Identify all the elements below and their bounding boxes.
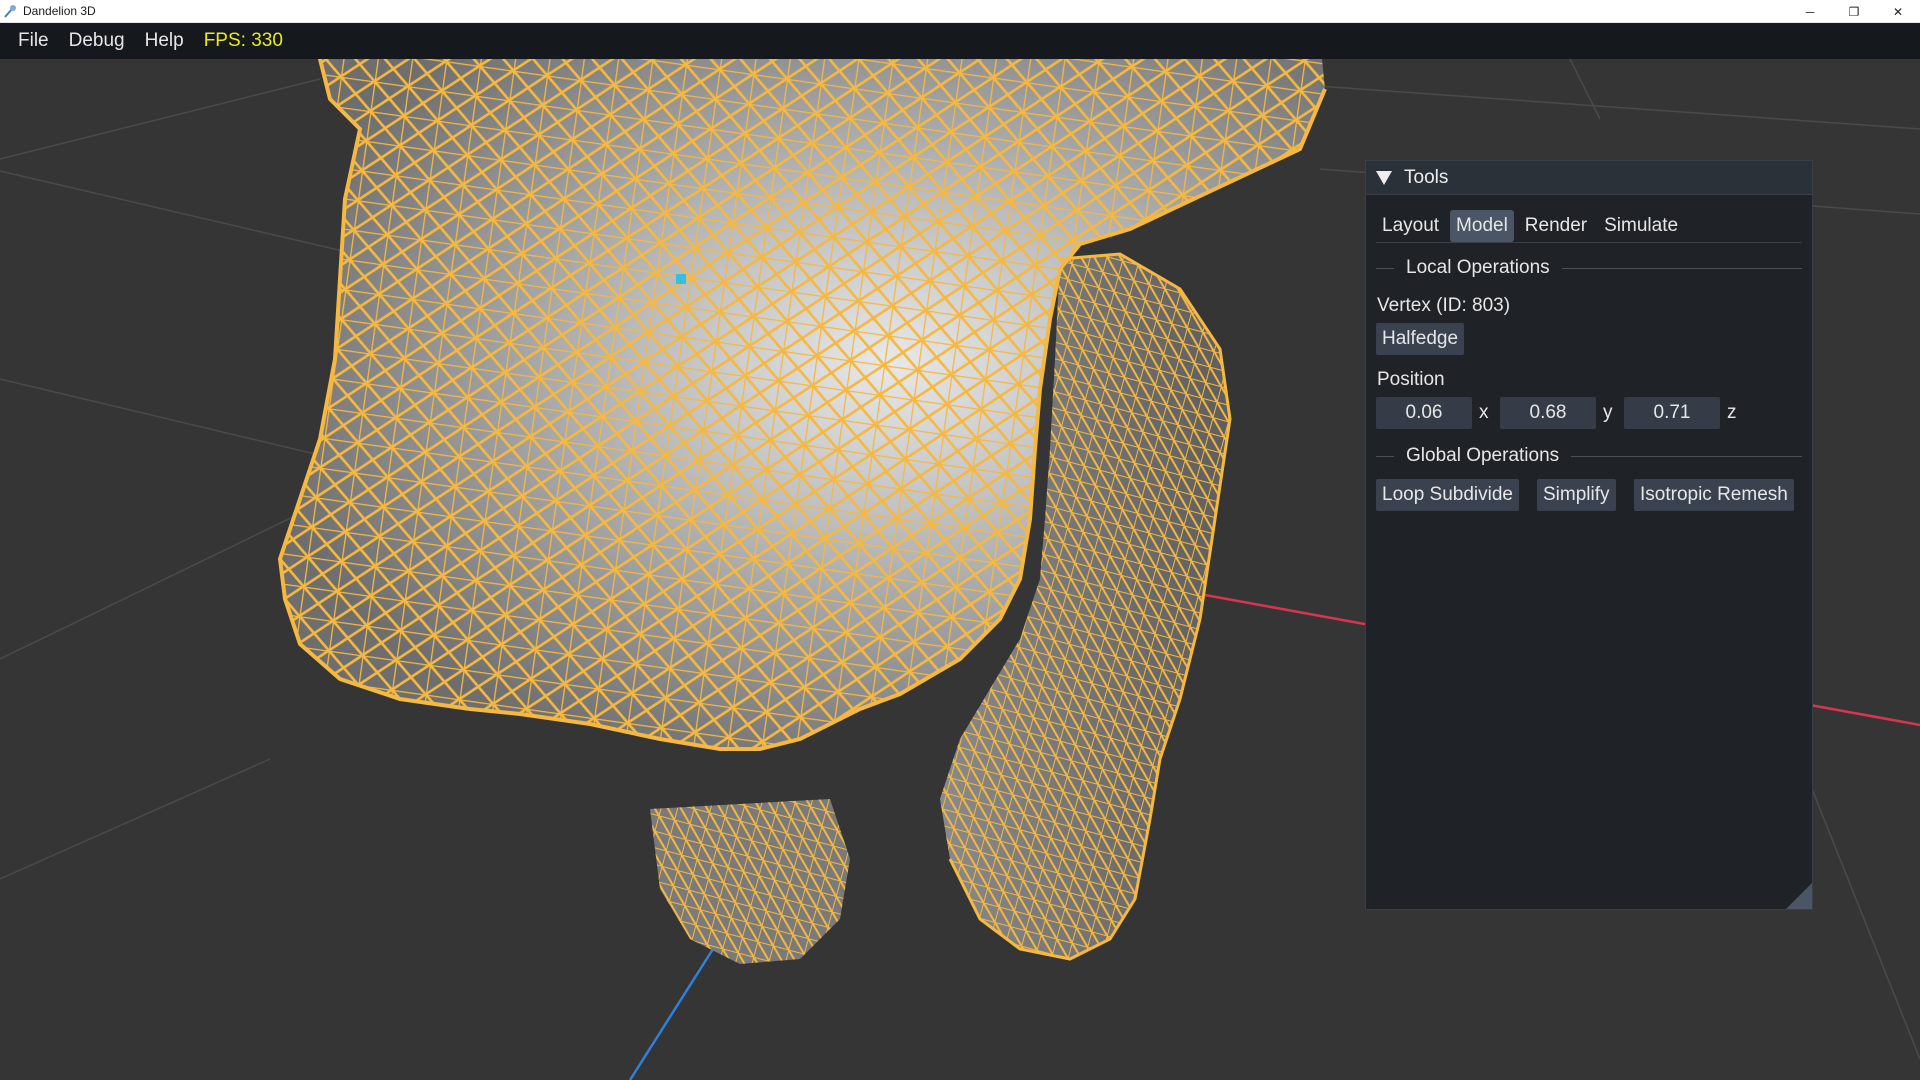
local-operations-label: Local Operations [1406, 257, 1550, 278]
halfedge-button[interactable]: Halfedge [1376, 323, 1465, 355]
fps-counter: FPS: 330 [203, 30, 283, 51]
position-z-label: z [1727, 402, 1737, 423]
position-label: Position [1377, 369, 1445, 390]
collapse-triangle-icon[interactable] [1376, 170, 1392, 185]
isotropic-remesh-button[interactable]: Isotropic Remesh [1634, 479, 1794, 511]
position-y-field[interactable]: 0.68 [1500, 397, 1596, 429]
tools-panel-title: Tools [1404, 166, 1449, 188]
resize-grip-icon[interactable] [1786, 883, 1812, 909]
close-button[interactable]: ✕ [1876, 0, 1920, 23]
window-controls: ─ ❐ ✕ [1788, 0, 1920, 23]
simplify-button[interactable]: Simplify [1537, 479, 1616, 511]
position-x-label: x [1479, 402, 1489, 423]
menu-help[interactable]: Help [135, 30, 194, 52]
window-titlebar: Dandelion 3D ─ ❐ ✕ [0, 0, 1920, 23]
menu-debug[interactable]: Debug [59, 30, 135, 52]
selected-vertex-marker [676, 274, 686, 284]
mesh-model [277, 59, 1327, 964]
section-divider [1571, 455, 1802, 457]
section-divider [1561, 267, 1802, 269]
loop-subdivide-button[interactable]: Loop Subdivide [1376, 479, 1519, 511]
global-operations-header: Global Operations [1376, 445, 1802, 467]
maximize-button[interactable]: ❐ [1832, 0, 1876, 23]
tab-layout[interactable]: Layout [1376, 210, 1445, 242]
position-y-label: y [1603, 402, 1613, 423]
position-x-field[interactable]: 0.06 [1376, 397, 1472, 429]
window-title: Dandelion 3D [23, 4, 96, 18]
tools-panel: Tools Layout Model Render Simulate Local… [1365, 160, 1813, 910]
vertex-id-label: Vertex (ID: 803) [1377, 295, 1511, 316]
dandelion-app-icon [2, 3, 18, 19]
minimize-button[interactable]: ─ [1788, 0, 1832, 23]
tools-panel-header[interactable]: Tools [1366, 161, 1812, 195]
tab-model[interactable]: Model [1450, 209, 1514, 242]
menu-file[interactable]: File [8, 30, 59, 52]
position-z-field[interactable]: 0.71 [1624, 397, 1720, 429]
section-divider [1376, 267, 1394, 269]
tab-simulate[interactable]: Simulate [1598, 210, 1684, 242]
local-operations-header: Local Operations [1376, 257, 1802, 279]
section-divider [1376, 455, 1394, 457]
tab-render[interactable]: Render [1519, 210, 1593, 242]
global-operations-label: Global Operations [1406, 445, 1560, 466]
tools-tab-bar: Layout Model Render Simulate [1376, 209, 1802, 243]
menu-bar: File Debug Help FPS: 330 [0, 23, 1920, 59]
